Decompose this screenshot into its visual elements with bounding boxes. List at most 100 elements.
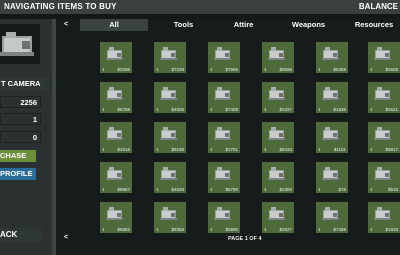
item-price: $1915 <box>385 227 398 232</box>
item-card[interactable]: 1 $1101 <box>316 122 348 153</box>
item-card[interactable]: 1 $9817 <box>368 122 400 153</box>
item-price: $9433 <box>279 147 292 152</box>
item-price: $5790 <box>225 187 238 192</box>
camera-icon <box>268 127 285 140</box>
item-card[interactable]: 1 $9433 <box>262 122 294 153</box>
item-quantity: 1 <box>102 187 105 192</box>
camera-icon <box>322 47 339 60</box>
tab-resources[interactable]: Resources <box>348 19 400 31</box>
tab-all[interactable]: All <box>80 19 148 31</box>
item-card[interactable]: 1 $2616 <box>100 122 132 153</box>
item-card[interactable]: 1 $9585 <box>262 42 294 73</box>
item-price: $4539 <box>171 187 184 192</box>
item-card[interactable]: 1 $2751 <box>208 122 240 153</box>
camera-icon <box>106 87 123 100</box>
quantity-field[interactable]: 1 <box>0 113 41 125</box>
item-card[interactable]: 1 $2608 <box>368 42 400 73</box>
item-price: $76 <box>338 187 346 192</box>
item-price: $1536 <box>333 107 346 112</box>
back-button[interactable]: ACK <box>0 228 42 242</box>
item-card[interactable]: 1 $5790 <box>208 162 240 193</box>
item-card[interactable]: 1 $8358 <box>154 202 186 233</box>
item-card[interactable]: 1 $5458 <box>316 42 348 73</box>
item-quantity: 1 <box>318 227 321 232</box>
item-quantity: 1 <box>264 107 267 112</box>
tab-tools[interactable]: Tools <box>156 19 211 31</box>
camera-icon <box>160 47 177 60</box>
item-quantity: 1 <box>318 107 321 112</box>
camera-icon <box>106 47 123 60</box>
item-quantity: 1 <box>156 187 159 192</box>
item-quantity: 1 <box>264 67 267 72</box>
item-price: $8967 <box>117 187 130 192</box>
item-card[interactable]: 1 $6768 <box>100 82 132 113</box>
price-field: 2256 <box>0 96 41 108</box>
item-price: $8198 <box>171 147 184 152</box>
pager-prev-arrow[interactable]: < <box>64 234 68 241</box>
camera-icon <box>322 207 339 220</box>
purchase-button[interactable]: CHASE <box>0 150 36 162</box>
camera-icon <box>268 167 285 180</box>
item-quantity: 1 <box>370 107 373 112</box>
item-price: $2621 <box>385 107 398 112</box>
item-card[interactable]: 1 $7458 <box>316 202 348 233</box>
item-card[interactable]: 1 $2256 <box>100 42 132 73</box>
item-card[interactable]: 1 $1536 <box>316 82 348 113</box>
camera-icon <box>268 47 285 60</box>
category-tabs: < All Tools Attire Weapons Resources <box>56 19 400 31</box>
item-price: $9585 <box>279 67 292 72</box>
page-title: NAVIGATING ITEMS TO BUY <box>4 2 117 11</box>
camera-icon <box>268 207 285 220</box>
item-preview <box>0 24 40 64</box>
camera-icon <box>0 32 34 56</box>
item-quantity: 1 <box>210 227 213 232</box>
camera-icon <box>160 87 177 100</box>
item-quantity: 1 <box>370 227 373 232</box>
camera-icon <box>160 167 177 180</box>
camera-icon <box>214 87 231 100</box>
item-quantity: 1 <box>318 187 321 192</box>
item-price: $7966 <box>225 67 238 72</box>
item-card[interactable]: 1 $516 <box>368 162 400 193</box>
item-price: $2751 <box>225 147 238 152</box>
camera-icon <box>268 87 285 100</box>
item-quantity: 1 <box>102 67 105 72</box>
camera-icon <box>214 207 231 220</box>
total-field: 0 <box>0 131 41 143</box>
item-price: $5990 <box>225 227 238 232</box>
item-card[interactable]: 1 $4506 <box>154 82 186 113</box>
item-card[interactable]: 1 $8967 <box>100 162 132 193</box>
tab-weapons[interactable]: Weapons <box>276 19 341 31</box>
item-price: $6768 <box>117 107 130 112</box>
item-card[interactable]: 1 $8198 <box>154 122 186 153</box>
item-card[interactable]: 1 $5990 <box>208 202 240 233</box>
item-price: $5458 <box>333 67 346 72</box>
item-price: $2616 <box>117 147 130 152</box>
item-card[interactable]: 1 $1915 <box>368 202 400 233</box>
item-card[interactable]: 1 $7966 <box>208 42 240 73</box>
item-price: $2627 <box>279 227 292 232</box>
camera-icon <box>160 127 177 140</box>
camera-icon <box>374 167 391 180</box>
item-price: $2608 <box>385 67 398 72</box>
item-card[interactable]: 1 $6882 <box>100 202 132 233</box>
camera-icon <box>322 167 339 180</box>
item-card[interactable]: 1 $2300 <box>262 162 294 193</box>
item-price: $2256 <box>117 67 130 72</box>
item-quantity: 1 <box>210 147 213 152</box>
item-card[interactable]: 1 $2627 <box>262 202 294 233</box>
item-card[interactable]: 1 $2337 <box>262 82 294 113</box>
tab-attire[interactable]: Attire <box>216 19 271 31</box>
camera-icon <box>374 47 391 60</box>
item-card[interactable]: 1 $7408 <box>208 82 240 113</box>
item-card[interactable]: 1 $76 <box>316 162 348 193</box>
item-card[interactable]: 1 $7239 <box>154 42 186 73</box>
item-quantity: 1 <box>156 147 159 152</box>
item-quantity: 1 <box>156 107 159 112</box>
tab-prev-arrow[interactable]: < <box>64 21 68 28</box>
item-card[interactable]: 1 $4539 <box>154 162 186 193</box>
item-quantity: 1 <box>264 187 267 192</box>
item-price: $1101 <box>333 147 346 152</box>
item-card[interactable]: 1 $2621 <box>368 82 400 113</box>
profile-button[interactable]: PROFILE <box>0 168 36 180</box>
